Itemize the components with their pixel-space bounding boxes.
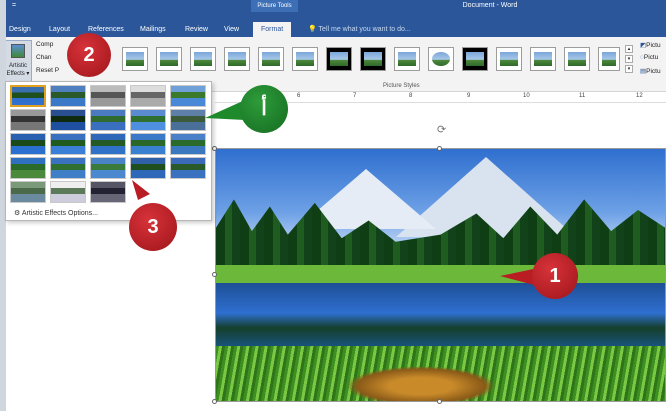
picture-style-thumb[interactable] bbox=[360, 47, 386, 71]
change-picture-button[interactable]: Chan bbox=[36, 54, 52, 61]
picture-style-thumb[interactable] bbox=[598, 47, 620, 71]
ruler-tick: 9 bbox=[467, 93, 471, 99]
gallery-more-icon[interactable]: ▾ bbox=[625, 65, 633, 73]
callout-a: أ bbox=[240, 85, 288, 133]
effect-photocopy[interactable] bbox=[50, 181, 86, 203]
effect-blur[interactable] bbox=[170, 109, 206, 131]
effect-plastic-wrap[interactable] bbox=[170, 157, 206, 179]
quick-access-icon[interactable]: = bbox=[12, 2, 16, 9]
compress-pictures-button[interactable]: Comp bbox=[36, 41, 53, 48]
picture-style-thumb[interactable] bbox=[258, 47, 284, 71]
picture-style-thumb[interactable] bbox=[428, 47, 454, 71]
resize-handle[interactable] bbox=[212, 272, 217, 277]
effect-film-grain[interactable] bbox=[90, 133, 126, 155]
picture-layout-button[interactable]: ▤Pictu bbox=[640, 67, 661, 75]
title-bar: = Picture Tools Document - Word bbox=[0, 0, 666, 22]
lightbulb-icon: 💡 bbox=[308, 26, 319, 33]
picture-style-thumb[interactable] bbox=[156, 47, 182, 71]
effect-line-drawing[interactable] bbox=[170, 85, 206, 107]
effect-marker[interactable] bbox=[50, 85, 86, 107]
effect-paint-strokes[interactable] bbox=[50, 109, 86, 131]
picture-tools-label: Picture Tools bbox=[251, 0, 298, 12]
effect-cement[interactable] bbox=[10, 157, 46, 179]
resize-handle[interactable] bbox=[437, 146, 442, 151]
callout-3: 3 bbox=[129, 203, 177, 251]
callout-a-pointer bbox=[205, 100, 245, 120]
picture-border-button[interactable]: ◩Pictu bbox=[640, 41, 661, 49]
tab-layout[interactable]: Layout bbox=[49, 22, 70, 37]
effect-glow-diffused[interactable] bbox=[130, 109, 166, 131]
effect-light-screen[interactable] bbox=[10, 133, 46, 155]
effect-glass[interactable] bbox=[170, 133, 206, 155]
artistic-effects-gallery: ⚙ Artistic Effects Options... bbox=[5, 81, 212, 221]
gallery-up-icon[interactable]: ▴ bbox=[625, 45, 633, 53]
selected-picture[interactable] bbox=[215, 148, 666, 402]
effect-pastels-smooth[interactable] bbox=[130, 157, 166, 179]
ruler-tick: 12 bbox=[636, 93, 643, 99]
picture-style-thumb[interactable] bbox=[190, 47, 216, 71]
ruler-tick: 8 bbox=[409, 93, 413, 99]
picture-styles-group-label: Picture Styles bbox=[383, 83, 420, 89]
ruler-tick: 10 bbox=[523, 93, 530, 99]
effect-chalk-sketch[interactable] bbox=[10, 109, 46, 131]
resize-handle[interactable] bbox=[437, 399, 442, 404]
gallery-down-icon[interactable]: ▾ bbox=[625, 55, 633, 63]
effect-none[interactable] bbox=[10, 85, 46, 107]
picture-style-thumb[interactable] bbox=[292, 47, 318, 71]
callout-1: 1 bbox=[532, 253, 578, 299]
reset-picture-button[interactable]: Reset P bbox=[36, 67, 59, 74]
ribbon-tabs: Design Layout References Mailings Review… bbox=[0, 22, 666, 37]
effect-texturizer[interactable] bbox=[50, 157, 86, 179]
picture-effects-button[interactable]: ◌Pictu bbox=[640, 54, 658, 61]
effect-watercolor-sponge[interactable] bbox=[50, 133, 86, 155]
tab-format[interactable]: Format bbox=[253, 22, 292, 37]
rotate-handle-icon[interactable]: ⟳ bbox=[437, 123, 446, 136]
resize-handle[interactable] bbox=[212, 399, 217, 404]
effect-pencil-grayscale[interactable] bbox=[90, 85, 126, 107]
ruler-tick: 11 bbox=[579, 93, 586, 99]
ruler-tick: 6 bbox=[297, 93, 301, 99]
effect-crisscross-etching[interactable] bbox=[90, 157, 126, 179]
effect-pencil-sketch[interactable] bbox=[130, 85, 166, 107]
effect-glow-edges[interactable] bbox=[90, 181, 126, 203]
document-title: Document - Word bbox=[462, 2, 518, 9]
picture-style-thumb[interactable] bbox=[224, 47, 250, 71]
picture-style-thumb[interactable] bbox=[122, 47, 148, 71]
tab-review[interactable]: Review bbox=[185, 22, 208, 37]
picture-style-thumb[interactable] bbox=[530, 47, 556, 71]
effect-cutout[interactable] bbox=[10, 181, 46, 203]
callout-2: 2 bbox=[67, 33, 111, 77]
artistic-effects-options-icon: ⚙ bbox=[14, 210, 21, 217]
picture-style-thumb[interactable] bbox=[496, 47, 522, 71]
picture-style-thumb[interactable] bbox=[564, 47, 590, 71]
artistic-effects-icon bbox=[11, 44, 25, 58]
artistic-effects-options[interactable]: ⚙ Artistic Effects Options... bbox=[14, 209, 98, 217]
tell-me-search[interactable]: 💡 Tell me what you want to do... bbox=[308, 22, 411, 37]
picture-style-thumb[interactable] bbox=[326, 47, 352, 71]
resize-handle[interactable] bbox=[212, 146, 217, 151]
picture-style-thumb[interactable] bbox=[394, 47, 420, 71]
picture-style-thumb[interactable] bbox=[462, 47, 488, 71]
artistic-effects-button[interactable]: Artistic Effects ▾ bbox=[4, 40, 32, 84]
effect-mosaic-bubbles[interactable] bbox=[130, 133, 166, 155]
tab-mailings[interactable]: Mailings bbox=[140, 22, 166, 37]
tab-design[interactable]: Design bbox=[9, 22, 31, 37]
effect-paint-brush[interactable] bbox=[90, 109, 126, 131]
tab-view[interactable]: View bbox=[224, 22, 239, 37]
ruler-tick: 7 bbox=[353, 93, 357, 99]
